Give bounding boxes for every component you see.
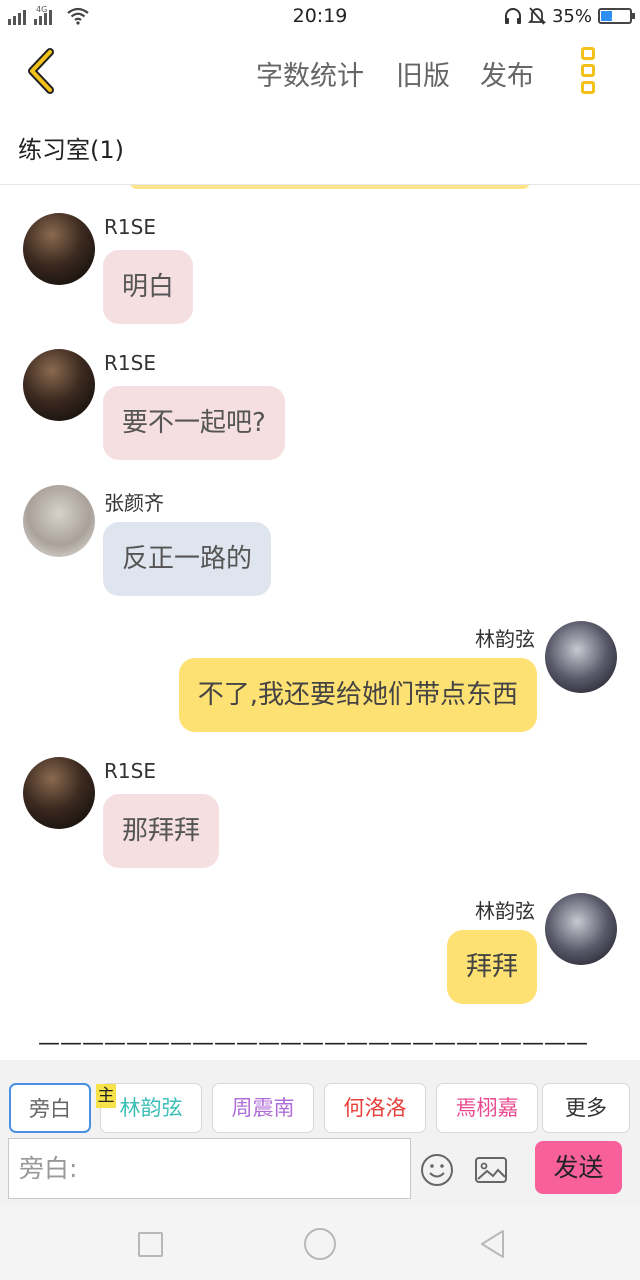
back-icon[interactable] [478, 1228, 506, 1260]
message-bubble[interactable]: 不了,我还要给她们带点东西 [178, 658, 537, 732]
word-count-button[interactable]: 字数统计 [256, 54, 364, 93]
publish-button[interactable]: 发布 [480, 54, 534, 93]
home-icon[interactable] [304, 1228, 336, 1260]
message-sender: 林韵弦 [475, 899, 535, 923]
message-bubble[interactable]: 明白 [103, 250, 194, 324]
chevron-left-icon[interactable] [22, 46, 62, 96]
message-bubble[interactable]: 拜拜 [446, 930, 537, 1004]
role-button-narrator[interactable]: 旁白 [9, 1083, 91, 1133]
previous-message-bubble [130, 185, 530, 189]
scene-divider: ————————————————————————— [38, 1031, 588, 1056]
battery-percent: 35% [551, 5, 592, 27]
avatar[interactable] [545, 621, 617, 693]
message-bubble[interactable]: 那拜拜 [103, 794, 220, 868]
avatar[interactable] [545, 893, 617, 965]
mute-bell-icon [527, 7, 546, 25]
headphones-icon [504, 8, 521, 24]
message-sender: 张颜齐 [104, 491, 164, 515]
message-sender: 林韵弦 [475, 627, 535, 651]
message-bubble[interactable]: 要不一起吧? [103, 386, 285, 460]
avatar[interactable] [23, 757, 95, 829]
old-version-button[interactable]: 旧版 [396, 54, 450, 93]
battery-icon: ⚡ [598, 8, 635, 24]
send-button[interactable]: 发送 [535, 1141, 622, 1194]
message-bubble[interactable]: 反正一路的 [103, 522, 272, 596]
room-header: 练习室(1) [0, 110, 640, 185]
room-title: 练习室(1) [18, 136, 124, 164]
avatar[interactable] [23, 485, 95, 557]
chat-area[interactable]: R1SE 明白 R1SE 要不一起吧? 张颜齐 反正一路的 林韵弦 不了,我还要… [0, 185, 640, 1060]
message-sender: R1SE [104, 759, 156, 783]
avatar[interactable] [23, 213, 95, 285]
more-roles-button[interactable]: 更多 [542, 1083, 630, 1133]
message-input[interactable] [8, 1138, 411, 1199]
avatar[interactable] [23, 349, 95, 421]
role-selector: 旁白 林韵弦 主 周震南 何洛洛 焉栩嘉 更多 [0, 1060, 640, 1136]
host-badge: 主 [96, 1084, 116, 1108]
emoji-icon[interactable] [420, 1153, 454, 1187]
image-icon[interactable] [474, 1154, 508, 1186]
input-row: 发送 [0, 1136, 640, 1206]
recent-apps-icon[interactable] [138, 1232, 163, 1257]
more-vertical-icon[interactable] [578, 44, 600, 96]
role-button[interactable]: 周震南 [212, 1083, 314, 1133]
message-sender: R1SE [104, 351, 156, 375]
top-bar: 字数统计 旧版 发布 [0, 34, 640, 110]
message-sender: R1SE [104, 215, 156, 239]
status-bar: 4G 20:19 35% ⚡ [0, 0, 640, 34]
role-button[interactable]: 焉栩嘉 [436, 1083, 538, 1133]
system-nav-bar [0, 1206, 640, 1280]
charging-icon: ⚡ [610, 8, 620, 23]
role-button[interactable]: 何洛洛 [324, 1083, 426, 1133]
